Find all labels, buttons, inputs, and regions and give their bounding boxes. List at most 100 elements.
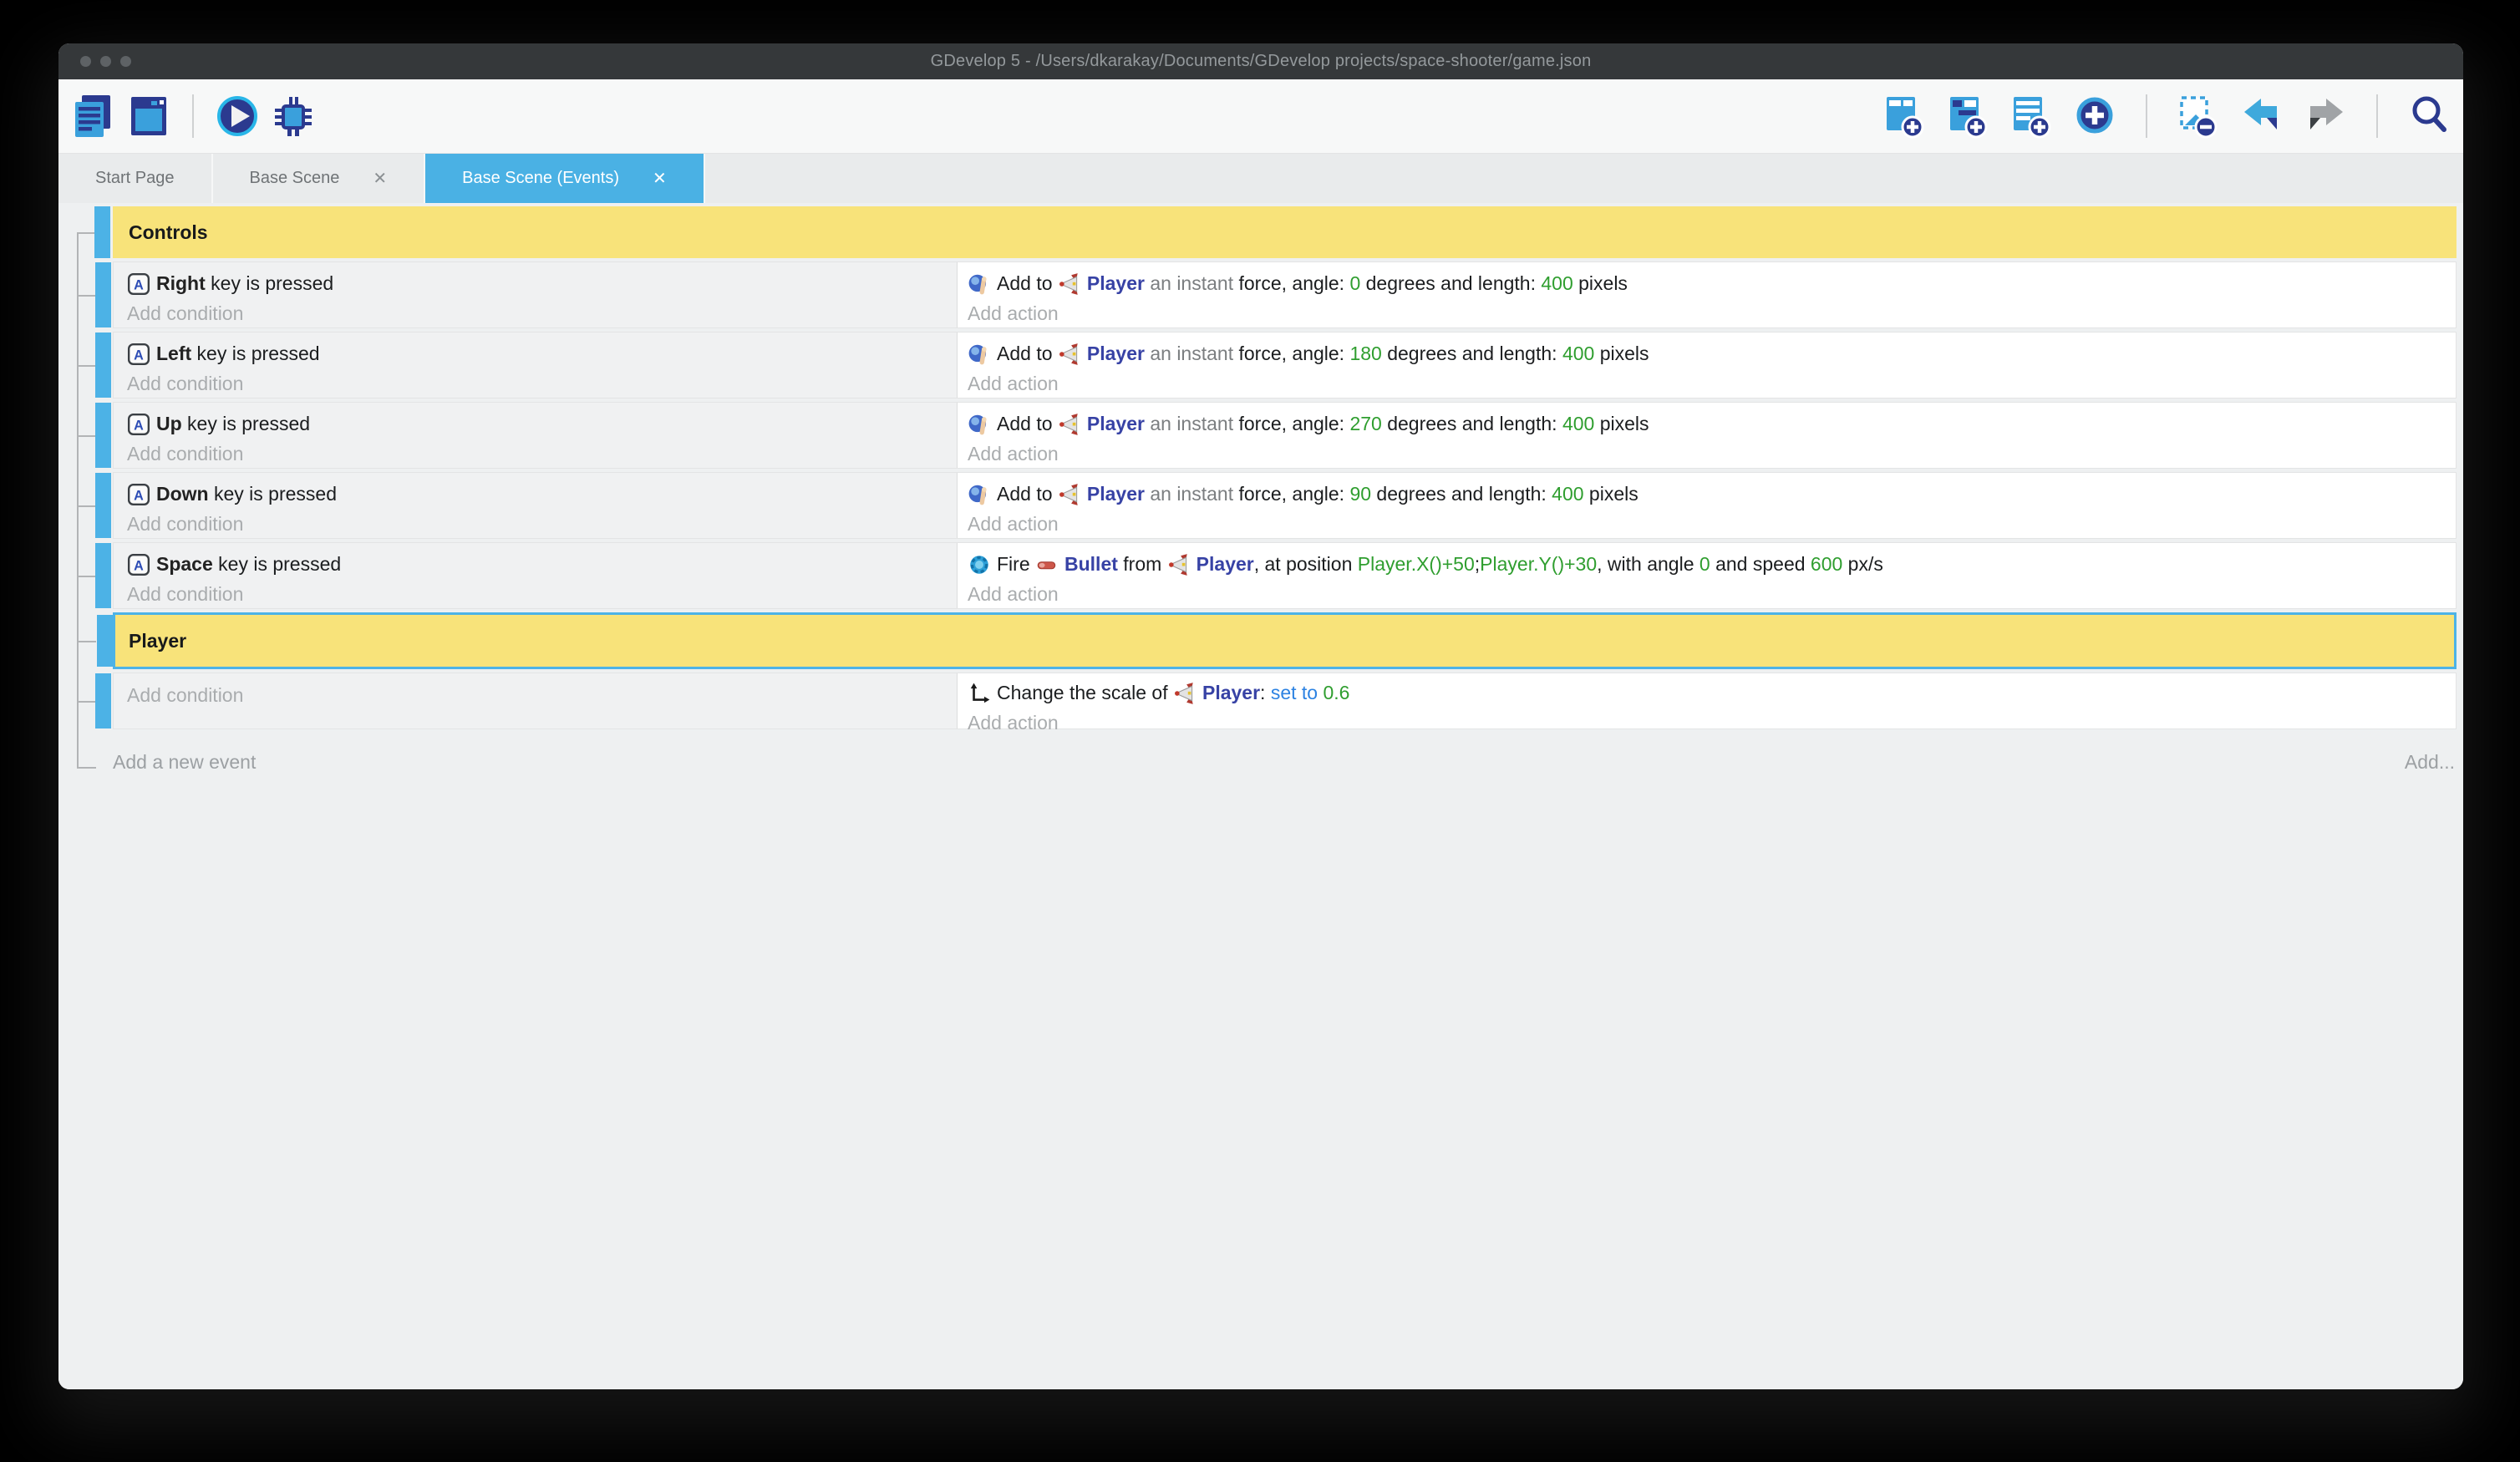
- actions-cell[interactable]: Change the scale of Player: set to 0.6Ad…: [958, 673, 2456, 728]
- event-row: Down key is pressed Add condition Add to P…: [113, 472, 2456, 539]
- condition-sentence[interactable]: Down key is pressed: [127, 480, 943, 508]
- add-action-link[interactable]: Add action: [968, 511, 2442, 536]
- add-action-link[interactable]: Add action: [968, 581, 2442, 607]
- add-condition-link[interactable]: Add condition: [127, 441, 943, 466]
- add-action-link[interactable]: Add action: [968, 371, 2442, 396]
- force-icon: [968, 483, 991, 506]
- conditions-cell[interactable]: Down key is pressed Add condition: [114, 473, 958, 538]
- event-group-header[interactable]: Controls: [113, 206, 2456, 258]
- add-comment-icon[interactable]: [2010, 92, 2052, 140]
- toolbar-divider: [2146, 94, 2147, 138]
- event-row: Up key is pressed Add condition Add to Pla…: [113, 402, 2456, 469]
- add-action-link[interactable]: Add action: [968, 301, 2442, 326]
- search-icon[interactable]: [2408, 92, 2450, 140]
- close-window-icon[interactable]: [80, 56, 91, 67]
- minimize-window-icon[interactable]: [100, 56, 111, 67]
- scale-icon: [968, 682, 991, 705]
- add-condition-link[interactable]: Add condition: [127, 511, 943, 536]
- force-icon: [968, 343, 991, 366]
- tab-bar: Start Page Base Scene ✕ Base Scene (Even…: [58, 153, 2463, 203]
- add-more-link[interactable]: Add...: [2405, 751, 2455, 774]
- scene-editor-icon[interactable]: [128, 92, 170, 140]
- add-condition-link[interactable]: Add condition: [127, 683, 943, 708]
- tab-base-scene-events[interactable]: Base Scene (Events) ✕: [425, 154, 705, 203]
- toolbar-right-group: [1883, 92, 2450, 140]
- action-sentence[interactable]: Change the scale of Player: set to 0.6: [968, 679, 2442, 707]
- event-group-header[interactable]: Player: [113, 612, 2456, 669]
- actions-cell[interactable]: Add to Player an instant force, angle: 0…: [958, 262, 2456, 327]
- main-toolbar: [58, 79, 2463, 153]
- conditions-cell[interactable]: Space key is pressed Add condition: [114, 543, 958, 608]
- zoom-window-icon[interactable]: [120, 56, 131, 67]
- keyboard-key-icon: [127, 483, 150, 506]
- condition-sentence[interactable]: Up key is pressed: [127, 410, 943, 438]
- keyboard-key-icon: [127, 272, 150, 296]
- conditions-cell[interactable]: Left key is pressed Add condition: [114, 333, 958, 398]
- player-object-icon: [1058, 413, 1081, 436]
- actions-cell[interactable]: Fire Bullet from Player, at position Pla…: [958, 543, 2456, 608]
- conditions-cell[interactable]: Add condition: [114, 673, 958, 728]
- redo-icon[interactable]: [2304, 92, 2346, 140]
- action-sentence[interactable]: Fire Bullet from Player, at position Pla…: [968, 551, 2442, 578]
- action-sentence[interactable]: Add to Player an instant force, angle: 1…: [968, 340, 2442, 368]
- add-action-link[interactable]: Add action: [968, 710, 2442, 735]
- condition-sentence[interactable]: Right key is pressed: [127, 270, 943, 297]
- condition-sentence[interactable]: Space key is pressed: [127, 551, 943, 578]
- remove-event-icon[interactable]: [2177, 92, 2219, 140]
- add-new-event-link[interactable]: Add a new event: [113, 751, 256, 774]
- add-subevent-icon[interactable]: [1947, 92, 1989, 140]
- add-event-icon[interactable]: [1883, 92, 1925, 140]
- events-footer: Add a new event Add...: [113, 751, 2455, 774]
- player-object-icon: [1173, 682, 1196, 705]
- add-condition-link[interactable]: Add condition: [127, 301, 943, 326]
- debug-icon[interactable]: [272, 92, 314, 140]
- event-row: Add condition Change the scale of Player:…: [113, 673, 2456, 729]
- conditions-cell[interactable]: Right key is pressed Add condition: [114, 262, 958, 327]
- add-condition-link[interactable]: Add condition: [127, 371, 943, 396]
- toolbar-divider: [192, 94, 194, 138]
- undo-icon[interactable]: [2241, 92, 2283, 140]
- condition-sentence[interactable]: Left key is pressed: [127, 340, 943, 368]
- event-row: Right key is pressed Add condition Add to …: [113, 261, 2456, 328]
- group-title: Player: [129, 630, 186, 652]
- add-condition-link[interactable]: Add condition: [127, 581, 943, 607]
- tab-label: Start Page: [95, 169, 175, 188]
- keyboard-key-icon: [127, 343, 150, 366]
- add-something-icon[interactable]: [2074, 92, 2116, 140]
- actions-cell[interactable]: Add to Player an instant force, angle: 2…: [958, 403, 2456, 468]
- toolbar-divider: [2376, 94, 2378, 138]
- action-sentence[interactable]: Add to Player an instant force, angle: 0…: [968, 270, 2442, 297]
- actions-cell[interactable]: Add to Player an instant force, angle: 9…: [958, 473, 2456, 538]
- toolbar-left-group: [72, 92, 314, 140]
- events-list: Controls Right key is pressed Add conditio…: [113, 206, 2456, 733]
- event-row: Left key is pressed Add condition Add to P…: [113, 332, 2456, 398]
- events-sheet: Controls Right key is pressed Add conditio…: [58, 203, 2463, 1389]
- conditions-cell[interactable]: Up key is pressed Add condition: [114, 403, 958, 468]
- action-sentence[interactable]: Add to Player an instant force, angle: 2…: [968, 410, 2442, 438]
- tab-label: Base Scene (Events): [462, 169, 619, 188]
- tab-base-scene[interactable]: Base Scene ✕: [213, 154, 426, 203]
- window-controls: [80, 43, 131, 79]
- window-title: GDevelop 5 - /Users/dkarakay/Documents/G…: [931, 52, 1592, 71]
- keyboard-key-icon: [127, 553, 150, 576]
- close-tab-icon[interactable]: ✕: [653, 168, 667, 189]
- group-title: Controls: [129, 221, 208, 244]
- app-window: GDevelop 5 - /Users/dkarakay/Documents/G…: [58, 43, 2463, 1389]
- close-tab-icon[interactable]: ✕: [373, 168, 387, 189]
- play-icon[interactable]: [216, 92, 258, 140]
- player-object-icon: [1058, 483, 1081, 506]
- player-object-icon: [1167, 553, 1191, 576]
- force-icon: [968, 413, 991, 436]
- fire-icon: [968, 553, 991, 576]
- project-manager-icon[interactable]: [72, 92, 114, 140]
- tab-label: Base Scene: [250, 169, 340, 188]
- actions-cell[interactable]: Add to Player an instant force, angle: 1…: [958, 333, 2456, 398]
- bullet-object-icon: [1035, 553, 1059, 576]
- player-object-icon: [1058, 343, 1081, 366]
- event-row: Space key is pressed Add condition Fire Bu…: [113, 542, 2456, 609]
- force-icon: [968, 272, 991, 296]
- add-action-link[interactable]: Add action: [968, 441, 2442, 466]
- title-bar: GDevelop 5 - /Users/dkarakay/Documents/G…: [58, 43, 2463, 79]
- tab-start-page[interactable]: Start Page: [58, 154, 213, 203]
- action-sentence[interactable]: Add to Player an instant force, angle: 9…: [968, 480, 2442, 508]
